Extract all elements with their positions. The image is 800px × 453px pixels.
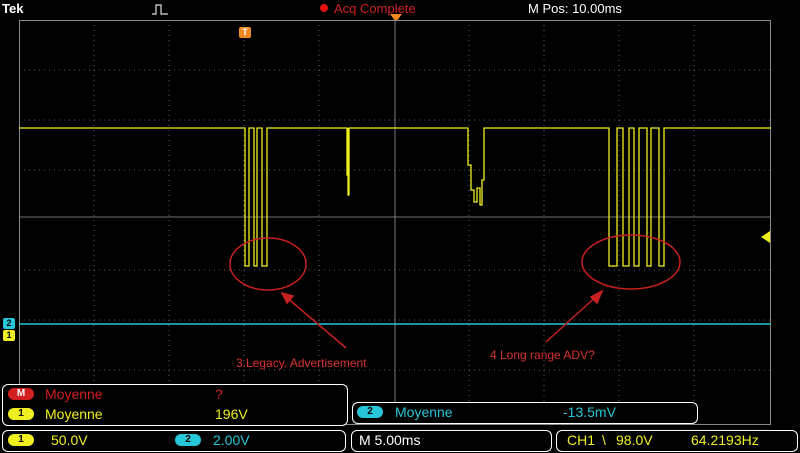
legacy-annotation-label: 3.Legacy. Advertisement xyxy=(236,356,367,370)
trigger-panel[interactable]: CH1 \ 98.0V 64.2193Hz xyxy=(556,430,798,452)
measurement-panel-left[interactable]: M Moyenne ? 1 Moyenne 196V xyxy=(2,384,348,426)
trigger-level-value[interactable]: 98.0V xyxy=(616,432,653,448)
long-range-annotation-label: 4 Long range ADV? xyxy=(490,348,595,362)
frequency-readout: 64.2193Hz xyxy=(691,432,759,448)
math-measure-value: ? xyxy=(215,386,223,402)
trigger-level-arrow-icon[interactable] xyxy=(760,231,770,243)
math-measure-label: Moyenne xyxy=(45,386,103,402)
horizontal-position: M Pos: 10.00ms xyxy=(528,1,622,16)
ch1-scale-badge: 1 xyxy=(8,434,34,446)
ch2-scale-value[interactable]: 2.00V xyxy=(213,432,250,448)
measurement-panel-ch2[interactable]: 2 Moyenne -13.5mV xyxy=(352,402,698,424)
trigger-slope-icon: \ xyxy=(602,432,606,448)
timebase-value[interactable]: M 5.00ms xyxy=(359,432,420,448)
waveform-display[interactable] xyxy=(19,20,771,425)
pulse-icon xyxy=(152,4,168,15)
trigger-source[interactable]: CH1 xyxy=(567,432,595,448)
ch1-scale-value[interactable]: 50.0V xyxy=(51,432,88,448)
ch1-measure-value: 196V xyxy=(215,406,248,422)
math-badge: M xyxy=(8,388,34,400)
ch1-ground-marker[interactable]: 1 xyxy=(3,330,15,341)
trigger-marker-icon[interactable]: T xyxy=(239,27,251,38)
ch2-measure-label: Moyenne xyxy=(395,404,453,420)
ch1-measure-label: Moyenne xyxy=(45,406,103,422)
ch2-scale-badge: 2 xyxy=(175,434,201,446)
ch2-ground-marker[interactable]: 2 xyxy=(3,318,15,329)
ch2-measure-badge: 2 xyxy=(357,406,383,418)
timebase-panel[interactable]: M 5.00ms xyxy=(351,430,552,452)
ch2-measure-value: -13.5mV xyxy=(563,404,616,420)
acquisition-status: Acq Complete xyxy=(334,1,416,16)
ch1-measure-badge: 1 xyxy=(8,408,34,420)
brand-logo: Tek xyxy=(2,1,24,16)
channel-scale-panel[interactable]: 1 50.0V 2 2.00V xyxy=(2,430,346,452)
status-dot-icon xyxy=(320,4,328,12)
